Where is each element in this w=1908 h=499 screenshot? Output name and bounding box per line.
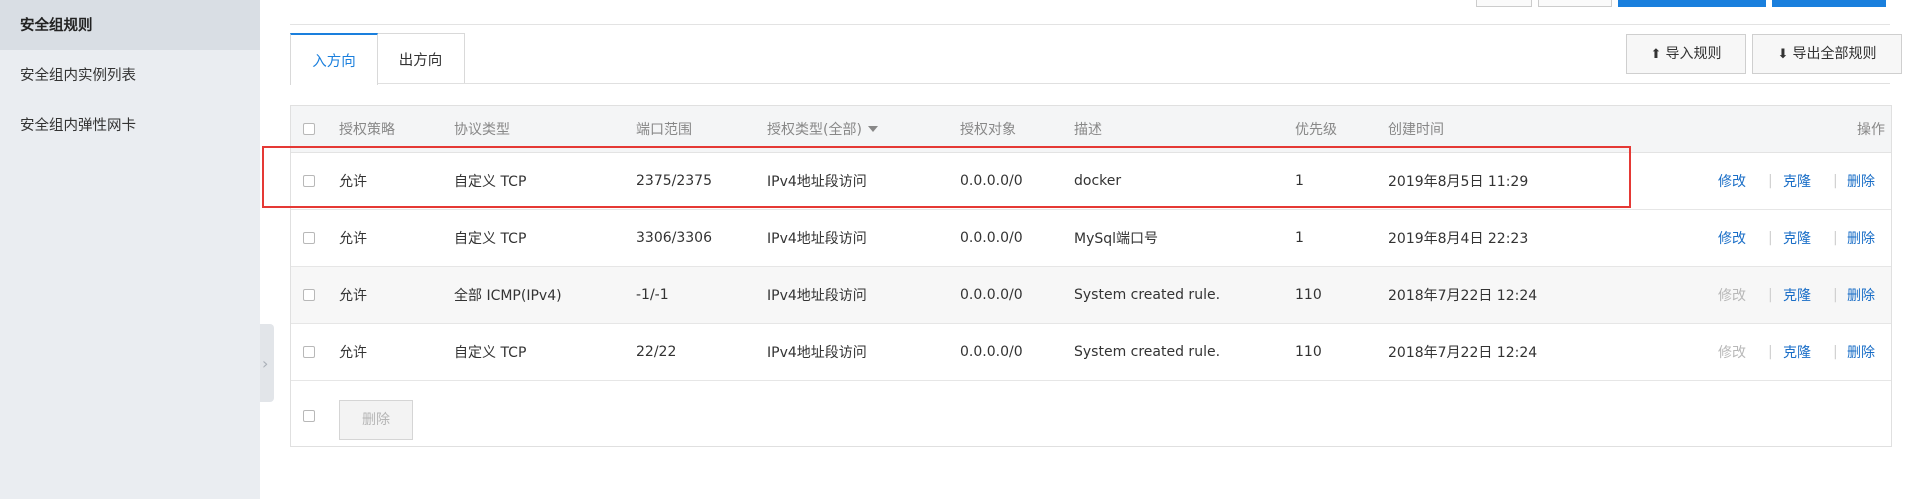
cell-priority: 1 [1295,230,1304,246]
separator: | [1833,173,1838,189]
cell-priority: 110 [1295,344,1322,360]
row-checkbox[interactable] [303,267,315,323]
sidebar-collapse-handle[interactable]: › [260,324,274,402]
row-checkbox[interactable] [303,324,315,380]
header-protocol: 协议类型 [454,122,510,138]
header-primary-button[interactable] [1618,0,1766,7]
cell-description: MySql端口号 [1074,231,1159,247]
tab-inbound[interactable]: 入方向 [290,33,378,85]
table-footer: 删除 [291,386,1891,446]
tabs-divider [290,83,1890,84]
clone-link[interactable]: 克隆 [1783,324,1811,380]
tab-outbound[interactable]: 出方向 [376,33,465,84]
header-auth-object: 授权对象 [960,122,1016,138]
caret-down-icon [867,126,878,132]
delete-link[interactable]: 删除 [1847,324,1875,380]
cell-description: docker [1074,173,1122,189]
footer-select-all-checkbox[interactable] [303,386,315,446]
delete-link[interactable]: 删除 [1847,210,1875,266]
cell-port: 22/22 [636,344,677,360]
header-button[interactable] [1476,0,1532,7]
separator: | [1833,230,1838,246]
cell-auth-object: 0.0.0.0/0 [960,287,1023,303]
separator: | [1833,344,1838,360]
row-checkbox[interactable] [303,153,315,209]
row-checkbox[interactable] [303,210,315,266]
cell-auth-type: IPv4地址段访问 [767,345,867,361]
cell-policy: 允许 [339,174,367,190]
edit-link: 修改 [1718,345,1746,361]
cell-created: 2018年7月22日 12:24 [1388,345,1538,361]
cell-port: -1/-1 [636,287,669,303]
page-header-strip [290,0,1890,25]
separator: | [1768,344,1773,360]
edit-link[interactable]: 修改 [1718,210,1746,266]
cell-protocol: 自定义 TCP [454,174,527,190]
cell-auth-type: IPv4地址段访问 [767,288,867,304]
sidebar: 安全组规则 安全组内实例列表 安全组内弹性网卡 [0,0,260,499]
sidebar-item-eni[interactable]: 安全组内弹性网卡 [0,100,260,150]
header-actions: 操作 [1857,122,1885,138]
edit-link[interactable]: 修改 [1718,153,1746,209]
upload-icon: ⬆ [1650,47,1662,62]
header-policy: 授权策略 [339,122,395,138]
edit-link: 修改 [1718,288,1746,304]
download-icon: ⬇ [1777,47,1789,62]
cell-created: 2018年7月22日 12:24 [1388,288,1538,304]
batch-delete-button[interactable]: 删除 [339,400,413,440]
clone-link[interactable]: 克隆 [1783,153,1811,209]
delete-link[interactable]: 删除 [1847,153,1875,209]
separator: | [1768,230,1773,246]
clone-link[interactable]: 克隆 [1783,210,1811,266]
cell-protocol: 自定义 TCP [454,231,527,247]
table-header: 授权策略 协议类型 端口范围 授权类型(全部) 授权对象 描述 优先级 创建时间… [291,106,1891,153]
sidebar-item-instance-list[interactable]: 安全组内实例列表 [0,50,260,100]
cell-protocol: 全部 ICMP(IPv4) [454,288,562,304]
cell-port: 3306/3306 [636,230,712,246]
cell-policy: 允许 [339,345,367,361]
cell-description: System created rule. [1074,287,1221,303]
header-description: 描述 [1074,122,1102,138]
clone-link[interactable]: 克隆 [1783,267,1811,323]
cell-auth-type: IPv4地址段访问 [767,231,867,247]
cell-auth-object: 0.0.0.0/0 [960,173,1023,189]
cell-auth-type: IPv4地址段访问 [767,174,867,190]
cell-priority: 110 [1295,287,1322,303]
header-button[interactable] [1538,0,1612,7]
cell-created: 2019年8月5日 11:29 [1388,174,1529,190]
header-priority: 优先级 [1295,122,1337,138]
import-rules-button[interactable]: ⬆ 导入规则 [1626,34,1746,74]
cell-description: System created rule. [1074,344,1221,360]
separator: | [1768,173,1773,189]
export-all-rules-button[interactable]: ⬇ 导出全部规则 [1752,34,1902,74]
cell-policy: 允许 [339,288,367,304]
separator: | [1833,287,1838,303]
cell-auth-object: 0.0.0.0/0 [960,344,1023,360]
header-auth-type[interactable]: 授权类型(全部) [767,106,878,152]
table-row: 允许 自定义 TCP 22/22 IPv4地址段访问 0.0.0.0/0 Sys… [291,324,1891,381]
select-all-checkbox[interactable] [303,106,315,152]
separator: | [1768,287,1773,303]
header-port: 端口范围 [636,122,692,138]
cell-priority: 1 [1295,173,1304,189]
header-primary-button[interactable] [1772,0,1886,7]
cell-created: 2019年8月4日 22:23 [1388,231,1529,247]
header-created: 创建时间 [1388,122,1444,138]
cell-port: 2375/2375 [636,173,712,189]
table-row: 允许 自定义 TCP 3306/3306 IPv4地址段访问 0.0.0.0/0… [291,210,1891,267]
header-auth-type-label: 授权类型(全部) [767,122,862,138]
table-row: 允许 全部 ICMP(IPv4) -1/-1 IPv4地址段访问 0.0.0.0… [291,267,1891,324]
cell-policy: 允许 [339,231,367,247]
rules-table: 授权策略 协议类型 端口范围 授权类型(全部) 授权对象 描述 优先级 创建时间… [290,105,1892,447]
chevron-right-icon: › [262,354,269,373]
cell-auth-object: 0.0.0.0/0 [960,230,1023,246]
cell-protocol: 自定义 TCP [454,345,527,361]
delete-link[interactable]: 删除 [1847,267,1875,323]
table-row: 允许 自定义 TCP 2375/2375 IPv4地址段访问 0.0.0.0/0… [291,153,1891,210]
sidebar-item-security-group-rules[interactable]: 安全组规则 [0,0,260,50]
